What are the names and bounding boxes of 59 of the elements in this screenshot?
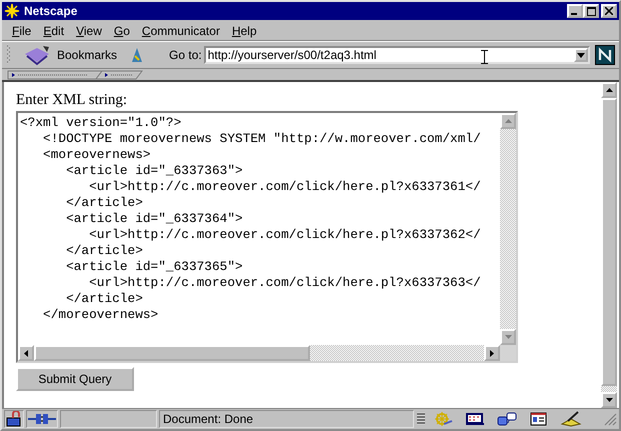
plug-icon[interactable]	[26, 410, 58, 428]
code-line: <!DOCTYPE moreovernews SYSTEM "http://w.moreover.com/xml/	[42, 131, 482, 147]
goto-label: Go to:	[169, 48, 202, 62]
resize-grip-icon[interactable]	[603, 412, 617, 426]
code-line: <moreovernews>	[42, 147, 152, 163]
scroll-down-button[interactable]	[601, 392, 617, 408]
code-line: <?xml version="1.0"?>	[20, 115, 182, 131]
code-line: </article>	[65, 291, 144, 307]
up-arrow-icon	[606, 88, 612, 92]
maximize-button[interactable]	[583, 4, 599, 18]
code-line: <url>http://c.moreover.com/click/here.pl?x6337361</	[88, 179, 482, 195]
menu-item[interactable]: View	[70, 24, 108, 38]
window-title: Netscape	[24, 4, 78, 18]
close-icon	[605, 7, 613, 15]
code-line: <url>http://c.moreover.com/click/here.pl?x6337362</	[88, 227, 482, 243]
left-arrow-icon	[24, 350, 28, 356]
code-line: </article>	[65, 195, 144, 211]
up-arrow-icon	[504, 119, 512, 123]
horizontal-scrollbar[interactable]	[18, 345, 516, 361]
menu-item[interactable]: Communicator	[136, 24, 226, 38]
maximize-icon	[586, 6, 596, 16]
code-line: </article>	[65, 243, 144, 259]
text-cursor-icon	[480, 49, 488, 65]
url-field[interactable]: http://yourserver/s00/t2aq3.html	[204, 46, 590, 64]
mailbox-icon[interactable]	[464, 411, 486, 427]
scroll-right-button[interactable]	[484, 345, 500, 361]
menu-item[interactable]: Help	[226, 24, 263, 38]
scroll-track[interactable]	[601, 386, 617, 392]
scroll-thumb[interactable]	[34, 345, 310, 361]
right-arrow-icon	[490, 350, 494, 356]
xml-text-area[interactable]	[16, 111, 518, 363]
menu-item[interactable]: Go	[108, 24, 136, 38]
down-arrow-icon	[504, 335, 512, 339]
code-line: <article id="_6337363">	[65, 163, 244, 179]
dropdown-button[interactable]	[574, 48, 588, 62]
starburst-icon	[4, 3, 20, 19]
caret-icon	[576, 52, 585, 58]
code-line: </moreovernews>	[42, 307, 160, 323]
down-arrow-icon	[606, 398, 612, 402]
scroll-up-button[interactable]	[601, 82, 617, 98]
form-label: Enter XML string:	[16, 92, 128, 110]
code-line: <url>http://c.moreover.com/click/here.pl?x6337363</	[88, 275, 482, 291]
close-button[interactable]	[601, 4, 617, 18]
bookmarks-menu[interactable]: Bookmarks	[57, 48, 118, 62]
navigator-wheel-icon[interactable]	[432, 411, 454, 427]
padlock-icon[interactable]	[4, 410, 24, 428]
menu-item[interactable]: File	[6, 24, 38, 38]
pen-paper-icon[interactable]	[560, 411, 582, 427]
scroll-left-button[interactable]	[18, 345, 34, 361]
chat-bubbles-icon[interactable]	[496, 411, 518, 427]
code-line: <article id="_6337365">	[65, 259, 244, 275]
scrollbar-corner	[500, 345, 516, 361]
submit-button[interactable]: Submit Query	[16, 367, 134, 391]
minimize-button[interactable]	[567, 4, 583, 18]
code-line: <article id="_6337364">	[65, 211, 244, 227]
grip-icon[interactable]	[6, 45, 11, 65]
n-logo-icon[interactable]	[595, 45, 615, 65]
status-text: Document: Done	[159, 410, 414, 428]
menu-item[interactable]: Edit	[37, 24, 70, 38]
